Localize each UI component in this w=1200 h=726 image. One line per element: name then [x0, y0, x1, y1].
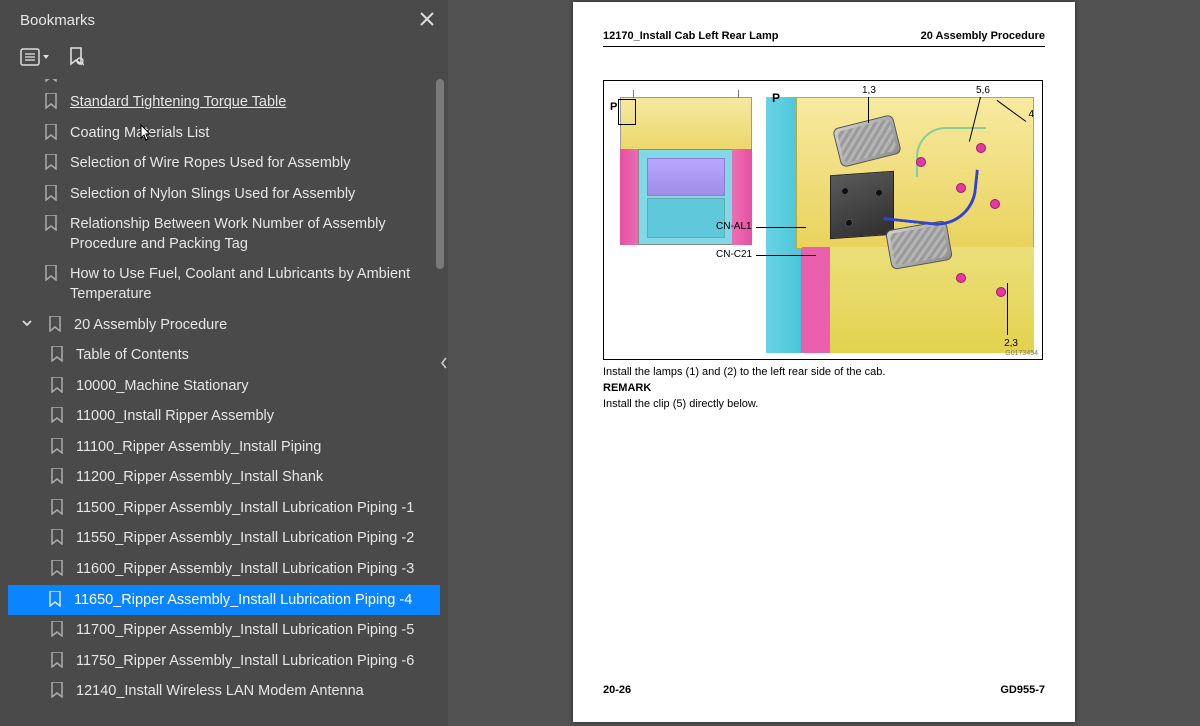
bookmark-icon — [42, 79, 60, 82]
footer-page-number: 20-26 — [603, 684, 631, 696]
bookmark-item[interactable]: Table of Contents — [8, 340, 440, 371]
collapse-panel-handle[interactable] — [439, 341, 449, 385]
bookmark-label: 12140_Install Wireless LAN Modem Antenna — [76, 681, 432, 702]
bookmark-label: Table of Contents — [76, 345, 432, 366]
bookmark-label: 11000_Install Ripper Assembly — [76, 406, 432, 427]
bookmark-icon — [48, 681, 66, 698]
bookmark-item[interactable]: How to Use Fuel, Coolant and Lubricants … — [8, 259, 440, 309]
bookmark-icon — [42, 123, 60, 140]
callout-label: 1,3 — [862, 85, 876, 96]
bookmark-label: Standard Tightening Torque Table — [70, 92, 432, 113]
bookmark-label: 11200_Ripper Assembly_Install Shank — [76, 467, 432, 488]
instruction-text: Install the lamps (1) and (2) to the lef… — [603, 366, 1045, 378]
bookmark-scroll-area: Tool List for Field Assembly Standard Ti… — [0, 79, 448, 726]
diagram-detail: P 1,3 5,6 4 2,3 — [766, 87, 1036, 353]
scrollbar-track[interactable] — [436, 79, 444, 726]
header-right: 20 Assembly Procedure — [921, 30, 1045, 42]
panel-title: Bookmarks — [20, 12, 95, 29]
bookmark-item[interactable]: Standard Tightening Torque Table — [8, 87, 440, 118]
bookmark-item[interactable]: 11500_Ripper Assembly_Install Lubricatio… — [8, 493, 440, 524]
bookmark-label: 10000_Machine Stationary — [76, 376, 432, 397]
panel-toolbar — [0, 41, 448, 79]
bookmark-list: Tool List for Field Assembly Standard Ti… — [0, 79, 448, 715]
bookmark-label: 11500_Ripper Assembly_Install Lubricatio… — [76, 498, 432, 519]
callout-label: 2,3 — [1004, 338, 1018, 349]
bookmark-item[interactable]: Coating Materials List — [8, 118, 440, 149]
callout-label: 4 — [1028, 109, 1034, 120]
scrollbar-thumb[interactable] — [436, 79, 444, 269]
page-running-header: 12170_Install Cab Left Rear Lamp 20 Asse… — [603, 30, 1045, 47]
bookmark-item[interactable]: 11750_Ripper Assembly_Install Lubricatio… — [8, 646, 440, 677]
bookmark-icon — [48, 620, 66, 637]
bookmark-item-selected[interactable]: 11650_Ripper Assembly_Install Lubricatio… — [8, 585, 440, 616]
bookmark-icon — [46, 315, 64, 332]
bookmark-item[interactable]: 11000_Install Ripper Assembly — [8, 401, 440, 432]
page-footer: 20-26 GD955-7 — [603, 684, 1045, 696]
document-page: 12170_Install Cab Left Rear Lamp 20 Asse… — [573, 2, 1075, 722]
bookmark-item[interactable]: 12140_Install Wireless LAN Modem Antenna — [8, 676, 440, 707]
bookmark-icon — [42, 153, 60, 170]
callout-p: P — [772, 91, 780, 105]
bookmark-icon — [42, 92, 60, 109]
bookmark-icon — [48, 376, 66, 393]
callout-label: CN-C21 — [716, 249, 752, 260]
bookmark-icon — [48, 345, 66, 362]
bookmark-icon — [48, 406, 66, 423]
bookmark-label: Tool List for Field Assembly — [70, 79, 432, 80]
remark-heading: REMARK — [603, 382, 1045, 394]
bookmark-label: Coating Materials List — [70, 123, 432, 144]
bookmark-label: 11100_Ripper Assembly_Install Piping — [76, 437, 432, 458]
bookmark-icon — [42, 214, 60, 231]
bookmark-icon — [42, 264, 60, 281]
bookmark-item[interactable]: 11550_Ripper Assembly_Install Lubricatio… — [8, 523, 440, 554]
bookmark-icon — [48, 559, 66, 576]
panel-header: Bookmarks — [0, 0, 448, 41]
bookmark-label: Selection of Wire Ropes Used for Assembl… — [70, 153, 432, 174]
callout-p: P — [610, 101, 617, 113]
instruction-text: Install the clip (5) directly below. — [603, 398, 1045, 410]
outline-options-button[interactable] — [20, 48, 50, 66]
diagram-id: G0173454 — [1005, 350, 1038, 357]
bookmark-icon — [48, 437, 66, 454]
bookmark-label: Relationship Between Work Number of Asse… — [70, 214, 432, 254]
document-viewport[interactable]: 12170_Install Cab Left Rear Lamp 20 Asse… — [448, 0, 1200, 726]
bookmark-icon — [42, 184, 60, 201]
bookmark-icon — [46, 590, 64, 607]
bookmark-label: 11700_Ripper Assembly_Install Lubricatio… — [76, 620, 432, 641]
bookmark-item[interactable]: 11100_Ripper Assembly_Install Piping — [8, 432, 440, 463]
technical-diagram: P P 1,3 5,6 — [603, 80, 1043, 360]
bookmark-label: How to Use Fuel, Coolant and Lubricants … — [70, 264, 432, 304]
bookmark-item[interactable]: Selection of Nylon Slings Used for Assem… — [8, 179, 440, 210]
bookmark-item[interactable]: 11700_Ripper Assembly_Install Lubricatio… — [8, 615, 440, 646]
chevron-down-icon[interactable] — [18, 315, 36, 329]
bookmark-item[interactable]: Tool List for Field Assembly — [8, 79, 440, 87]
callout-label: CN-AL1 — [716, 221, 752, 232]
callout-label: 5,6 — [976, 85, 990, 96]
close-icon[interactable] — [420, 10, 434, 31]
bookmark-item[interactable]: 10000_Machine Stationary — [8, 371, 440, 402]
bookmark-label: 11650_Ripper Assembly_Install Lubricatio… — [74, 590, 432, 611]
footer-doc-id: GD955-7 — [1000, 684, 1045, 696]
bookmark-label: 11550_Ripper Assembly_Install Lubricatio… — [76, 528, 432, 549]
find-bookmark-button[interactable] — [68, 47, 84, 67]
bookmark-item[interactable]: Selection of Wire Ropes Used for Assembl… — [8, 148, 440, 179]
bookmark-icon — [48, 528, 66, 545]
bookmark-label: 11750_Ripper Assembly_Install Lubricatio… — [76, 651, 432, 672]
bookmark-item[interactable]: Relationship Between Work Number of Asse… — [8, 209, 440, 259]
bookmark-group-header[interactable]: 20 Assembly Procedure — [8, 310, 440, 341]
diagram-overview: P — [610, 87, 760, 267]
bookmark-icon — [48, 498, 66, 515]
bookmark-label: Selection of Nylon Slings Used for Assem… — [70, 184, 432, 205]
bookmark-item[interactable]: 11200_Ripper Assembly_Install Shank — [8, 462, 440, 493]
bookmarks-panel: Bookmarks — [0, 0, 448, 726]
bookmark-icon — [48, 651, 66, 668]
header-left: 12170_Install Cab Left Rear Lamp — [603, 30, 778, 42]
bookmark-label: 20 Assembly Procedure — [74, 315, 432, 336]
bookmark-item[interactable]: 11600_Ripper Assembly_Install Lubricatio… — [8, 554, 440, 585]
detail-region-box — [618, 99, 636, 125]
bookmark-label: 11600_Ripper Assembly_Install Lubricatio… — [76, 559, 432, 580]
bookmark-icon — [48, 467, 66, 484]
